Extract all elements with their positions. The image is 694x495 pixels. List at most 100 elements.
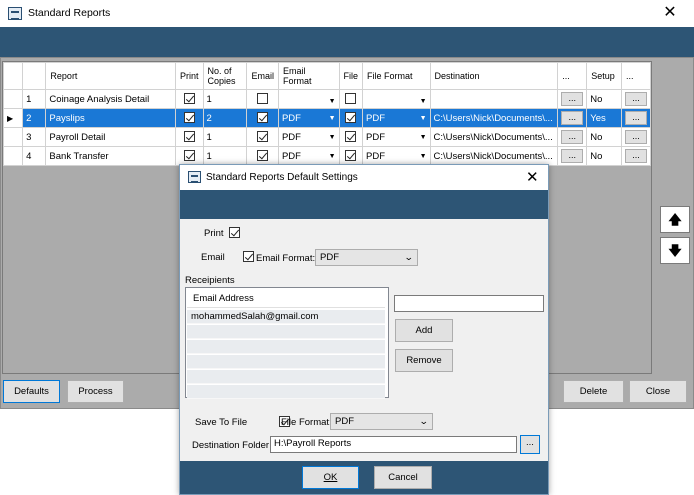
table-row[interactable]: 1 Coinage Analysis Detail 1 ▼ ▼... No...	[2, 89, 652, 109]
print-checkbox[interactable]	[183, 93, 195, 105]
setup-cell[interactable]: Yes	[586, 108, 622, 128]
move-down-button[interactable]: 🡇	[660, 237, 690, 264]
copies-cell[interactable]: 1	[202, 89, 248, 109]
list-item[interactable]	[187, 355, 385, 369]
defaults-button[interactable]: Defaults	[3, 380, 60, 403]
setup-cell[interactable]: No	[586, 127, 622, 147]
recipients-column-header[interactable]: Email Address	[187, 290, 385, 308]
dialog-close-button[interactable]: ✕	[526, 168, 539, 186]
file-format-dropdown[interactable]: PDF ▼	[366, 151, 426, 162]
print-checkbox[interactable]	[183, 131, 195, 143]
email-cell[interactable]	[246, 146, 279, 166]
table-row[interactable]: 3 Payroll Detail 1 PDF ▼ PDF ▼ C:\Users\Nick\Do…	[2, 127, 652, 147]
row-header[interactable]	[2, 146, 24, 166]
print-checkbox[interactable]	[183, 112, 195, 124]
email-format-dropdown[interactable]: PDF ▼	[282, 132, 336, 143]
file-format-select[interactable]: PDF ⌄	[330, 413, 433, 430]
file-cell[interactable]	[338, 89, 364, 109]
add-recipient-button[interactable]: Add	[395, 319, 453, 342]
delete-button[interactable]: Delete	[563, 380, 624, 403]
file-format-cell[interactable]: PDF ▼	[362, 108, 431, 128]
list-item[interactable]: mohammedSalah@gmail.com	[187, 310, 385, 324]
email-format-cell[interactable]: PDF ▼	[277, 146, 340, 166]
email-cell[interactable]	[246, 108, 279, 128]
table-row[interactable]: 4 Bank Transfer 1 PDF ▼ PDF ▼ C:\Users\Nick\Doc…	[2, 146, 652, 166]
destination-cell[interactable]: C:\Users\Nick\Documents\...	[429, 127, 559, 147]
table-row[interactable]: ▶ 2 Payslips 2 PDF ▼ PDF ▼ C:\Users\Nick\Documen…	[2, 108, 652, 128]
email-cell[interactable]	[246, 89, 279, 109]
file-format-dropdown[interactable]: PDF ▼	[366, 113, 426, 124]
email-format-select[interactable]: PDF ⌄	[315, 249, 418, 266]
column-header-file-format[interactable]: File Format	[362, 62, 431, 90]
list-item[interactable]	[187, 385, 385, 399]
print-cell[interactable]	[174, 127, 204, 147]
setup-browse-cell[interactable]: ...	[620, 89, 652, 109]
email-format-cell[interactable]: PDF ▼	[277, 127, 340, 147]
setup-button[interactable]: ...	[624, 149, 647, 163]
browse-button[interactable]: ...	[561, 149, 584, 163]
close-button[interactable]: Close	[629, 380, 687, 403]
print-cell[interactable]	[174, 146, 204, 166]
column-header-file[interactable]: File	[338, 62, 364, 90]
browse-button[interactable]: ...	[561, 130, 584, 144]
remove-recipient-button[interactable]: Remove	[395, 349, 453, 372]
copies-cell[interactable]: 2	[202, 108, 248, 128]
column-header-setup[interactable]: Setup	[586, 62, 622, 90]
email-format-cell[interactable]: PDF ▼	[277, 108, 340, 128]
file-checkbox[interactable]	[345, 112, 357, 124]
destination-cell[interactable]: C:\Users\Nick\Documents\...	[429, 146, 559, 166]
print-cell[interactable]	[174, 89, 204, 109]
setup-browse-cell[interactable]: ...	[620, 108, 652, 128]
setup-browse-cell[interactable]: ...	[620, 127, 652, 147]
file-format-dropdown[interactable]: PDF ▼	[366, 132, 426, 143]
column-header-email-format[interactable]: Email Format	[277, 62, 340, 90]
report-name-cell[interactable]: Coinage Analysis Detail	[45, 89, 176, 109]
print-checkbox[interactable]	[183, 150, 195, 162]
email-format-dropdown[interactable]: PDF ▼	[282, 113, 336, 124]
column-header-report[interactable]: Report	[45, 62, 176, 90]
column-header-browse[interactable]: ...	[557, 62, 588, 90]
column-header-email[interactable]: Email	[246, 62, 279, 90]
browse-cell[interactable]: ...	[557, 89, 588, 109]
column-header-destination[interactable]: Destination	[429, 62, 559, 90]
report-name-cell[interactable]: Bank Transfer	[45, 146, 176, 166]
file-checkbox[interactable]	[345, 131, 357, 143]
email-cell[interactable]	[246, 127, 279, 147]
destination-cell[interactable]	[429, 89, 559, 109]
destination-folder-input[interactable]: H:\Payroll Reports	[270, 436, 517, 453]
email-format-dropdown[interactable]: PDF ▼	[282, 151, 336, 162]
list-item[interactable]	[187, 340, 385, 354]
browse-cell[interactable]: ...	[557, 127, 588, 147]
browse-cell[interactable]: ...	[557, 108, 588, 128]
report-name-cell[interactable]: Payslips	[45, 108, 176, 128]
setup-cell[interactable]: No	[586, 146, 622, 166]
email-checkbox[interactable]	[257, 93, 269, 105]
file-format-cell[interactable]: PDF ▼	[362, 127, 431, 147]
email-checkbox[interactable]	[257, 112, 269, 124]
setup-cell[interactable]: No	[586, 89, 622, 109]
list-item[interactable]	[187, 325, 385, 339]
row-header[interactable]: ▶	[2, 108, 24, 128]
ok-button[interactable]: OK	[302, 466, 359, 489]
process-button[interactable]: Process	[67, 380, 124, 403]
column-header-copies[interactable]: No. of Copies	[202, 62, 248, 90]
file-cell[interactable]	[338, 146, 364, 166]
email-checkbox[interactable]	[242, 251, 254, 262]
browse-button[interactable]: ...	[561, 92, 584, 106]
email-checkbox[interactable]	[257, 131, 269, 143]
destination-cell[interactable]: C:\Users\Nick\Documents\...	[429, 108, 559, 128]
email-checkbox[interactable]	[257, 150, 269, 162]
file-cell[interactable]	[338, 127, 364, 147]
row-header[interactable]	[2, 89, 24, 109]
window-close-button[interactable]: ✕	[660, 3, 680, 23]
file-checkbox[interactable]	[345, 93, 357, 105]
copies-cell[interactable]: 1	[202, 146, 248, 166]
browse-folder-button[interactable]: ...	[520, 435, 540, 454]
report-name-cell[interactable]: Payroll Detail	[45, 127, 176, 147]
setup-browse-cell[interactable]: ...	[620, 146, 652, 166]
file-checkbox[interactable]	[345, 150, 357, 162]
file-cell[interactable]	[338, 108, 364, 128]
email-format-cell[interactable]: ▼	[277, 89, 340, 109]
file-format-dropdown[interactable]: ▼	[366, 98, 427, 105]
email-format-dropdown[interactable]: ▼	[282, 98, 336, 105]
